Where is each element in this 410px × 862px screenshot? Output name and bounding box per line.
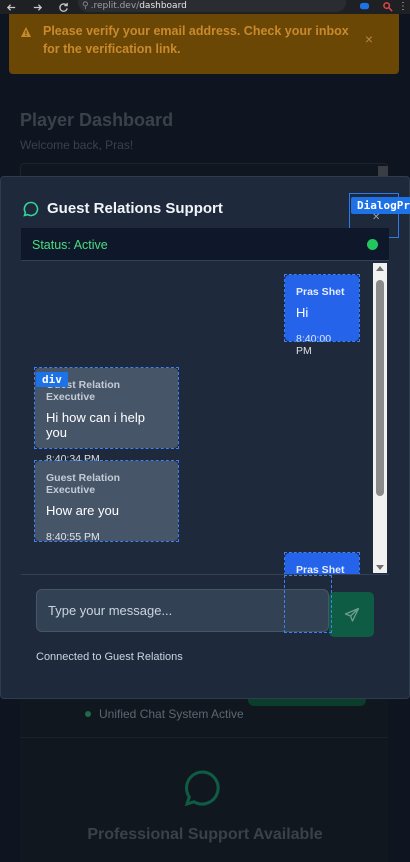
menu-icon[interactable]: ⋮: [396, 0, 410, 12]
chat-icon: [23, 201, 39, 217]
site-info-icon[interactable]: ⚲: [82, 1, 89, 11]
back-arrow-icon[interactable]: [2, 0, 20, 14]
system-status-text: Unified Chat System Active: [99, 707, 244, 721]
verify-email-banner: Please verify your email address. Check …: [9, 14, 399, 74]
browser-toolbar: ⚲ .replit.dev/dashboard ⋮: [0, 0, 410, 14]
debug-outline: [34, 460, 179, 542]
input-divider: [21, 574, 389, 575]
reload-icon[interactable]: [54, 0, 72, 14]
support-dialog: Guest Relations Support DialogPr ✕ Statu…: [0, 176, 410, 699]
debug-outline: [284, 575, 332, 633]
message-scrollbar[interactable]: [373, 263, 387, 573]
url-path: dashboard: [139, 1, 187, 11]
extension-icon[interactable]: [357, 0, 371, 12]
scroll-thumb[interactable]: [376, 280, 384, 496]
send-button[interactable]: [329, 592, 374, 637]
warning-icon: [21, 27, 31, 37]
status-dot: [367, 239, 378, 250]
dialog-debug-label: DialogPr: [351, 197, 410, 214]
support-heading: Professional Support Available: [87, 826, 323, 843]
debug-outline: [284, 274, 360, 342]
scroll-up-arrow[interactable]: [376, 266, 384, 271]
forward-arrow-icon[interactable]: [28, 0, 46, 14]
banner-message: Please verify your email address. Check …: [43, 24, 349, 56]
scroll-down-arrow[interactable]: [376, 565, 384, 570]
system-status-dot: [85, 711, 91, 717]
background-divider: [20, 737, 388, 738]
system-status-row: Unified Chat System Active: [85, 707, 244, 721]
connection-status: Connected to Guest Relations: [36, 651, 183, 663]
welcome-text: Welcome back, Pras!: [20, 138, 134, 152]
debug-outline: [284, 552, 360, 574]
extension-key-icon[interactable]: [381, 0, 395, 12]
chat-bubble-icon: [184, 770, 220, 807]
status-bar: Status: Active: [21, 228, 389, 261]
banner-close-button[interactable]: ×: [365, 31, 373, 47]
page-title: Player Dashboard: [20, 110, 174, 130]
message-list[interactable]: Pras Shet Hi 8:40:00 PM Guest Relation E…: [21, 261, 389, 574]
url-domain: .replit.dev/: [90, 1, 140, 11]
div-debug-tag: div: [36, 372, 68, 387]
dialog-title: Guest Relations Support: [47, 200, 223, 217]
background-scroll-up: [378, 166, 388, 176]
address-bar[interactable]: ⚲ .replit.dev/dashboard: [78, 0, 346, 12]
background-chat-button[interactable]: [248, 698, 366, 706]
close-icon[interactable]: ✕: [372, 212, 380, 223]
status-text: Status: Active: [32, 238, 108, 252]
send-icon: [344, 607, 359, 622]
